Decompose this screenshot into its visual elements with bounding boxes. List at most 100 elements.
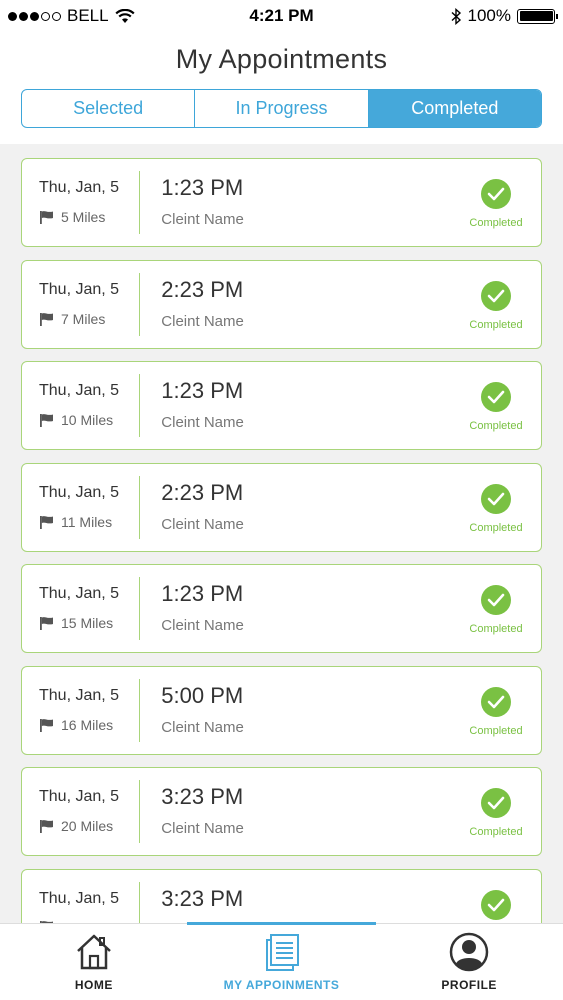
appointment-time: 2:23 PM xyxy=(161,276,244,302)
active-tab-indicator xyxy=(187,922,376,925)
appointment-card[interactable]: Thu, Jan, 5 7 Miles 2:23 PM Cleint Name xyxy=(21,259,542,349)
status-right: 100% xyxy=(451,6,558,26)
appointment-time: 3:23 PM xyxy=(161,885,244,911)
segment-selected[interactable]: Selected xyxy=(22,90,194,127)
client-name: Cleint Name xyxy=(161,718,244,736)
bluetooth-icon xyxy=(451,7,461,25)
distance-label: 10 Miles xyxy=(61,412,114,428)
appointment-time: 5:00 PM xyxy=(161,682,244,708)
check-circle-icon xyxy=(481,788,511,818)
appointment-distance: 10 Miles xyxy=(39,412,139,428)
appointment-date: Thu, Jan, 5 xyxy=(39,179,120,196)
check-circle-icon xyxy=(481,382,511,412)
appointment-status: Completed xyxy=(451,362,541,449)
appointment-date-block: Thu, Jan, 5 xyxy=(22,870,139,924)
appointment-distance: 7 Miles xyxy=(39,311,139,327)
signal-strength-icon xyxy=(8,11,61,21)
appointment-details: 2:23 PM Cleint Name xyxy=(140,464,451,551)
status-label: Completed xyxy=(469,826,523,838)
flag-icon xyxy=(40,312,53,326)
appointments-icon xyxy=(265,934,299,971)
flag-icon xyxy=(40,211,53,224)
status-label: Completed xyxy=(469,623,523,635)
wifi-icon xyxy=(115,8,135,23)
appointment-time: 1:23 PM xyxy=(161,581,244,606)
tab-profile[interactable]: PROFILE xyxy=(375,924,563,1000)
appointment-card[interactable]: Thu, Jan, 5 20 Miles 3:23 PM Cleint Name xyxy=(21,767,542,856)
appointment-distance: 20 Miles xyxy=(39,818,139,834)
client-name: Cleint Name xyxy=(161,414,244,431)
appointment-date: Thu, Jan, 5 xyxy=(39,686,120,704)
status-label: Completed xyxy=(469,521,523,534)
appointment-details: 5:00 PM Cleint Name xyxy=(140,667,451,754)
appointment-status: Completed xyxy=(451,159,541,246)
segment-in-progress[interactable]: In Progress xyxy=(194,90,367,127)
appointment-details: 3:23 PM xyxy=(140,870,451,925)
appointment-date: Thu, Jan, 5 xyxy=(39,585,120,602)
tab-bar: HOME MY APPOINMENTS PROFILE xyxy=(0,922,563,1000)
appointment-details: 2:23 PM Cleint Name xyxy=(140,261,451,348)
check-circle-icon xyxy=(481,686,511,717)
distance-label: 15 Miles xyxy=(61,615,114,631)
appointment-date: Thu, Jan, 5 xyxy=(39,382,120,399)
tab-label-profile: PROFILE xyxy=(441,978,497,992)
tab-label-home: HOME xyxy=(74,978,113,992)
status-label: Completed xyxy=(469,420,523,432)
check-circle-icon xyxy=(481,280,511,311)
flag-icon xyxy=(40,515,53,529)
appointment-time: 1:23 PM xyxy=(161,175,244,200)
appointment-details: 1:23 PM Cleint Name xyxy=(140,565,451,652)
appointment-card[interactable]: Thu, Jan, 5 5 Miles 1:23 PM Cleint Name xyxy=(21,158,542,247)
appointment-date-block: Thu, Jan, 5 7 Miles xyxy=(22,261,139,348)
check-circle-icon xyxy=(481,483,511,514)
appointment-date-block: Thu, Jan, 5 20 Miles xyxy=(22,768,139,855)
appointment-date: Thu, Jan, 5 xyxy=(39,889,120,907)
appointment-time: 3:23 PM xyxy=(161,784,244,809)
client-name: Cleint Name xyxy=(161,617,244,634)
status-time: 4:21 PM xyxy=(249,6,314,25)
distance-label: 5 Miles xyxy=(61,209,106,225)
distance-label: 16 Miles xyxy=(61,716,114,733)
flag-icon xyxy=(40,820,53,833)
battery-percent: 100% xyxy=(467,6,511,25)
appointment-time: 1:23 PM xyxy=(161,378,244,403)
appointment-time: 2:23 PM xyxy=(161,479,244,505)
appointment-card[interactable]: Thu, Jan, 5 11 Miles 2:23 PM Cleint Name xyxy=(21,462,542,552)
tab-my-appointments[interactable]: MY APPOINMENTS xyxy=(188,924,376,1000)
appointment-distance: 15 Miles xyxy=(39,615,139,631)
appointment-distance: 5 Miles xyxy=(39,209,139,225)
distance-label: 11 Miles xyxy=(61,513,113,530)
appointment-status: Completed xyxy=(451,464,541,551)
status-bar: BELL 4:21 PM 100% xyxy=(0,0,563,32)
page-title: My Appointments xyxy=(175,44,388,74)
appointment-distance: 16 Miles xyxy=(39,717,139,733)
header: My Appointments Selected In Progress Com… xyxy=(0,32,563,144)
profile-icon xyxy=(449,932,489,972)
appointment-distance: 11 Miles xyxy=(39,514,139,530)
appointment-details: 3:23 PM Cleint Name xyxy=(140,768,451,855)
appointment-date-block: Thu, Jan, 5 10 Miles xyxy=(22,362,139,449)
flag-icon xyxy=(40,718,53,732)
appointment-status xyxy=(451,870,541,925)
check-circle-icon xyxy=(481,179,511,209)
appointment-status: Completed xyxy=(451,261,541,348)
appointment-status: Completed xyxy=(451,768,541,855)
flag-icon xyxy=(40,414,53,427)
status-left: BELL xyxy=(8,6,135,26)
appointment-card[interactable]: Thu, Jan, 5 15 Miles 1:23 PM Cleint Name xyxy=(21,564,542,653)
tab-home[interactable]: HOME xyxy=(0,924,188,1000)
segment-completed[interactable]: Completed xyxy=(367,90,541,127)
appointment-date-block: Thu, Jan, 5 16 Miles xyxy=(22,667,139,754)
check-circle-icon xyxy=(481,889,511,920)
status-label: Completed xyxy=(469,318,523,331)
appointment-date-block: Thu, Jan, 5 11 Miles xyxy=(22,464,139,551)
client-name: Cleint Name xyxy=(161,211,244,228)
appointment-card[interactable]: Thu, Jan, 5 10 Miles 1:23 PM Cleint Name xyxy=(21,361,542,450)
flag-icon xyxy=(40,617,53,630)
appointment-card[interactable]: Thu, Jan, 5 3:23 PM xyxy=(21,868,542,925)
appointment-card[interactable]: Thu, Jan, 5 16 Miles 5:00 PM Cleint Name xyxy=(21,665,542,755)
client-name: Cleint Name xyxy=(161,820,244,837)
appointment-list[interactable]: Thu, Jan, 5 5 Miles 1:23 PM Cleint Name xyxy=(0,144,563,924)
status-label: Completed xyxy=(469,217,523,229)
check-circle-icon xyxy=(481,585,511,615)
